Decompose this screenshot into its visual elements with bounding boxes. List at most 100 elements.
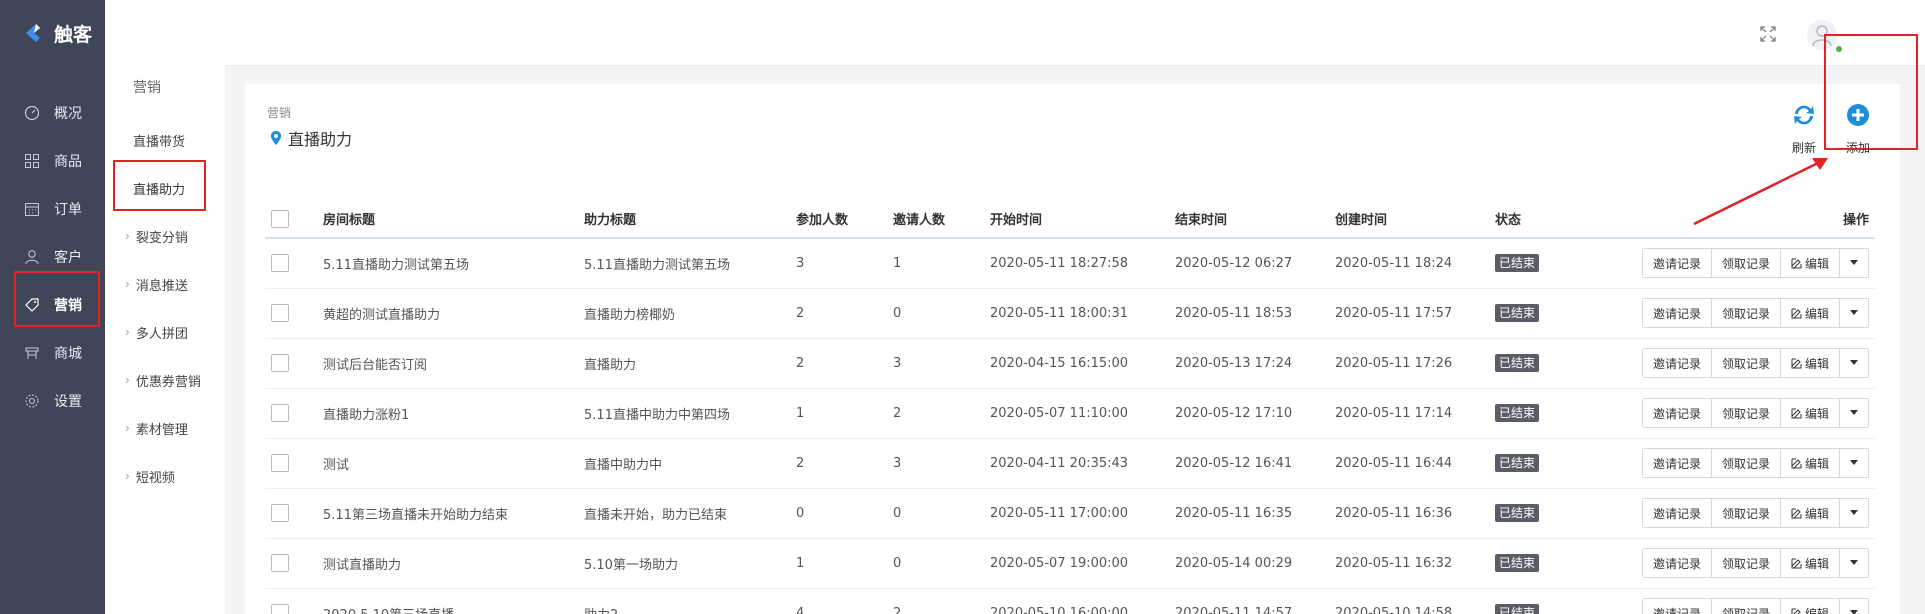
breadcrumb[interactable]: 营销 xyxy=(267,104,291,121)
invite-records-button[interactable]: 邀请记录 xyxy=(1642,299,1712,327)
subnav-item-group-buy[interactable]: › 多人拼团 xyxy=(105,312,225,352)
subnav-item-coupons[interactable]: › 优惠券营销 xyxy=(105,360,225,400)
more-actions-button[interactable] xyxy=(1840,399,1868,427)
claim-records-button[interactable]: 领取记录 xyxy=(1711,549,1781,577)
edit-icon xyxy=(1791,558,1802,568)
brand-logo[interactable]: 触客 xyxy=(0,0,105,66)
subnav-item-distribution[interactable]: › 裂变分销 xyxy=(105,216,225,256)
subnav-item-short-video[interactable]: › 短视频 xyxy=(105,456,225,496)
more-actions-button[interactable] xyxy=(1840,299,1868,327)
more-actions-button[interactable] xyxy=(1840,349,1868,377)
col-created-time: 创建时间 xyxy=(1329,200,1489,239)
cell-status: 已结束 xyxy=(1489,388,1619,439)
row-checkbox[interactable] xyxy=(271,354,289,372)
edit-button[interactable]: 编辑 xyxy=(1780,549,1840,577)
row-checkbox[interactable] xyxy=(271,254,289,273)
refresh-button[interactable]: 刷新 xyxy=(1784,101,1824,156)
edit-icon xyxy=(1791,508,1802,518)
edit-button[interactable]: 编辑 xyxy=(1780,349,1840,377)
cell-end: 2020-05-11 18:53 xyxy=(1169,288,1329,339)
subnav-item-materials[interactable]: › 素材管理 xyxy=(105,408,225,448)
more-actions-button[interactable] xyxy=(1840,499,1868,527)
edit-button[interactable]: 编辑 xyxy=(1780,499,1840,527)
more-actions-button[interactable] xyxy=(1840,549,1868,577)
claim-records-button[interactable]: 领取记录 xyxy=(1711,399,1781,427)
more-actions-button[interactable] xyxy=(1840,249,1868,278)
more-actions-button[interactable] xyxy=(1840,599,1868,614)
row-action-group: 邀请记录 领取记录 编辑 xyxy=(1641,298,1869,328)
edit-button[interactable]: 编辑 xyxy=(1780,399,1840,427)
sidebar-item-customers[interactable]: 客户 xyxy=(0,237,105,277)
table-row[interactable]: 2020.5.10第三场直播助力2422020-05-10 16:00:0020… xyxy=(265,588,1875,614)
invite-records-button[interactable]: 邀请记录 xyxy=(1642,549,1712,577)
invite-records-button[interactable]: 邀请记录 xyxy=(1642,349,1712,377)
edit-button[interactable]: 编辑 xyxy=(1780,299,1840,327)
refresh-icon xyxy=(1794,105,1814,125)
status-badge: 已结束 xyxy=(1495,454,1540,472)
select-all-checkbox[interactable] xyxy=(271,209,289,228)
edit-button[interactable]: 编辑 xyxy=(1780,249,1840,278)
assist-table: 房间标题 助力标题 参加人数 邀请人数 开始时间 结束时间 创建时间 状态 操作… xyxy=(265,200,1875,614)
cell-end: 2020-05-14 00:29 xyxy=(1169,538,1329,589)
table-row[interactable]: 黄超的测试直播助力 直播助力榜椰奶 2 0 2020-05-11 18:00:31 202… xyxy=(265,288,1875,339)
status-badge: 已结束 xyxy=(1495,554,1540,572)
cell-assist: 直播中助力中 xyxy=(578,438,790,489)
sidebar-item-marketing[interactable]: 营销 xyxy=(0,285,105,325)
row-checkbox[interactable] xyxy=(271,304,289,322)
subnav-item-push[interactable]: › 消息推送 xyxy=(105,264,225,304)
row-checkbox[interactable] xyxy=(271,404,289,422)
gear-icon xyxy=(24,393,40,409)
row-checkbox[interactable] xyxy=(271,554,289,572)
table-row[interactable]: 测试 直播中助力中 2 3 2020-04-11 20:35:43 2020-05-12 … xyxy=(265,438,1875,489)
subnav-item-live-assist[interactable]: 直播助力 xyxy=(105,168,225,208)
sidebar-item-label: 营销 xyxy=(54,298,82,314)
cell-assist: 直播未开始，助力已结束 xyxy=(578,488,790,539)
cell-joined: 3 xyxy=(790,238,887,289)
edit-button[interactable]: 编辑 xyxy=(1780,449,1840,477)
claim-records-button[interactable]: 领取记录 xyxy=(1711,299,1781,327)
subnav-header-label: 营销 xyxy=(133,80,161,96)
claim-records-button[interactable]: 领取记录 xyxy=(1711,349,1781,377)
invite-records-button[interactable]: 邀请记录 xyxy=(1642,449,1712,477)
row-checkbox[interactable] xyxy=(271,604,289,614)
cell-start: 2020-05-07 11:10:00 xyxy=(984,388,1169,439)
col-assist-title: 助力标题 xyxy=(578,200,790,239)
col-invited: 邀请人数 xyxy=(887,200,984,239)
refresh-label: 刷新 xyxy=(1791,141,1816,155)
cell-created: 2020-05-10 14:58 xyxy=(1329,588,1489,614)
invite-records-button[interactable]: 邀请记录 xyxy=(1642,599,1712,614)
invite-records-button[interactable]: 邀请记录 xyxy=(1642,249,1712,278)
cell-joined: 2 xyxy=(790,338,887,389)
claim-records-button[interactable]: 领取记录 xyxy=(1711,499,1781,527)
sidebar-item-settings[interactable]: 设置 xyxy=(0,381,105,421)
subnav-item-label: 多人拼团 xyxy=(135,326,188,342)
cell-created: 2020-05-11 17:26 xyxy=(1329,338,1489,389)
subnav-header: 营销 xyxy=(105,67,225,107)
table-row[interactable]: 测试后台能否订阅 直播助力 2 3 2020-04-15 16:15:00 2020-05… xyxy=(265,338,1875,389)
user-avatar[interactable] xyxy=(1807,20,1837,50)
cell-actions: 邀请记录 领取记录 编辑 xyxy=(1619,288,1875,339)
cell-actions: 邀请记录 领取记录 编辑 xyxy=(1619,338,1875,389)
table-row[interactable]: 5.11直播助力测试第五场 5.11直播助力测试第五场 3 1 2020-05-11 1… xyxy=(265,238,1875,289)
invite-records-button[interactable]: 邀请记录 xyxy=(1642,499,1712,527)
add-button[interactable]: 添加 xyxy=(1838,101,1878,156)
sidebar-item-overview[interactable]: 概况 xyxy=(0,93,105,133)
cell-end: 2020-05-11 16:35 xyxy=(1169,488,1329,539)
more-actions-button[interactable] xyxy=(1840,449,1868,477)
sidebar-item-orders[interactable]: 订单 xyxy=(0,189,105,229)
claim-records-button[interactable]: 领取记录 xyxy=(1711,449,1781,477)
fullscreen-icon[interactable] xyxy=(1760,26,1776,42)
claim-records-button[interactable]: 领取记录 xyxy=(1711,249,1781,278)
table-row[interactable]: 直播助力涨粉1 5.11直播中助力中第四场 1 2 2020-05-07 11:10:0… xyxy=(265,388,1875,439)
row-checkbox[interactable] xyxy=(271,454,289,472)
claim-records-button[interactable]: 领取记录 xyxy=(1711,599,1781,614)
table-row[interactable]: 测试直播助力 5.10第一场助力 1 0 2020-05-07 19:00:00 2020… xyxy=(265,538,1875,589)
table-row[interactable]: 5.11第三场直播未开始助力结束 直播未开始，助力已结束 0 0 2020-05-11 … xyxy=(265,488,1875,539)
invite-records-button[interactable]: 邀请记录 xyxy=(1642,399,1712,427)
cell-end: 2020-05-12 17:10 xyxy=(1169,388,1329,439)
sidebar-item-products[interactable]: 商品 xyxy=(0,141,105,181)
sidebar-item-shop[interactable]: 商城 xyxy=(0,333,105,373)
edit-button[interactable]: 编辑 xyxy=(1780,599,1840,614)
row-checkbox[interactable] xyxy=(271,504,289,522)
subnav-item-live-sales[interactable]: 直播带货 xyxy=(105,120,225,160)
